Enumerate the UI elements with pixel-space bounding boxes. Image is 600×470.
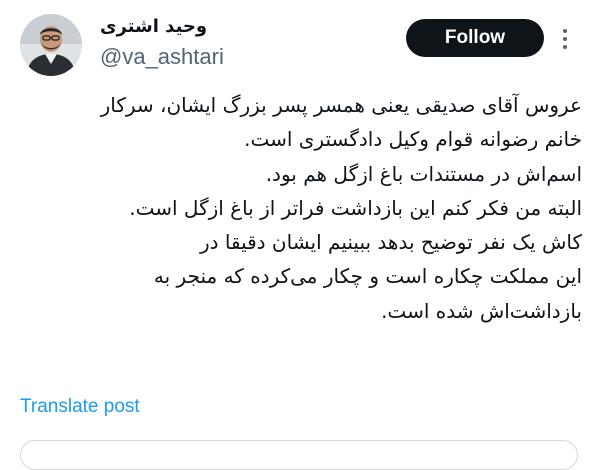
tweet-text-line: این مملکت چکاره است و چکار می‌کرده که من… xyxy=(153,264,582,289)
user-avatar-icon xyxy=(20,14,82,76)
tweet-text-line: عروس آقای صدیقی یعنی همسر پسر بزرگ ایشان… xyxy=(100,93,582,117)
quoted-post-card[interactable] xyxy=(20,440,578,470)
follow-button[interactable]: Follow xyxy=(406,19,544,57)
tweet-text-line: خانم رضوانه قوام وکیل دادگستری است. xyxy=(244,127,582,152)
tweet-text-line: بازداشت‌اش شده است. xyxy=(381,298,582,323)
display-name[interactable]: وحید اشتری xyxy=(100,14,380,40)
author-info: وحید اشتری @va_ashtari xyxy=(100,14,380,72)
tweet-text: عروس آقای صدیقی یعنی همسر پسر بزرگ ایشان… xyxy=(20,88,582,328)
avatar[interactable] xyxy=(20,14,82,76)
user-handle[interactable]: @va_ashtari xyxy=(100,42,380,72)
more-options-icon[interactable] xyxy=(561,28,569,50)
tweet-text-line: کاش یک نفر توضیح بدهد ببینیم ایشان دقیقا… xyxy=(199,230,582,255)
translate-post-link[interactable]: Translate post xyxy=(20,393,140,421)
tweet-text-line: اسم‌اش در مستندات باغ ازگل هم بود. xyxy=(265,161,582,186)
tweet-header: وحید اشتری @va_ashtari Follow xyxy=(0,0,600,85)
tweet-text-line: البته من فکر کنم این بازداشت فراتر از با… xyxy=(129,195,582,220)
